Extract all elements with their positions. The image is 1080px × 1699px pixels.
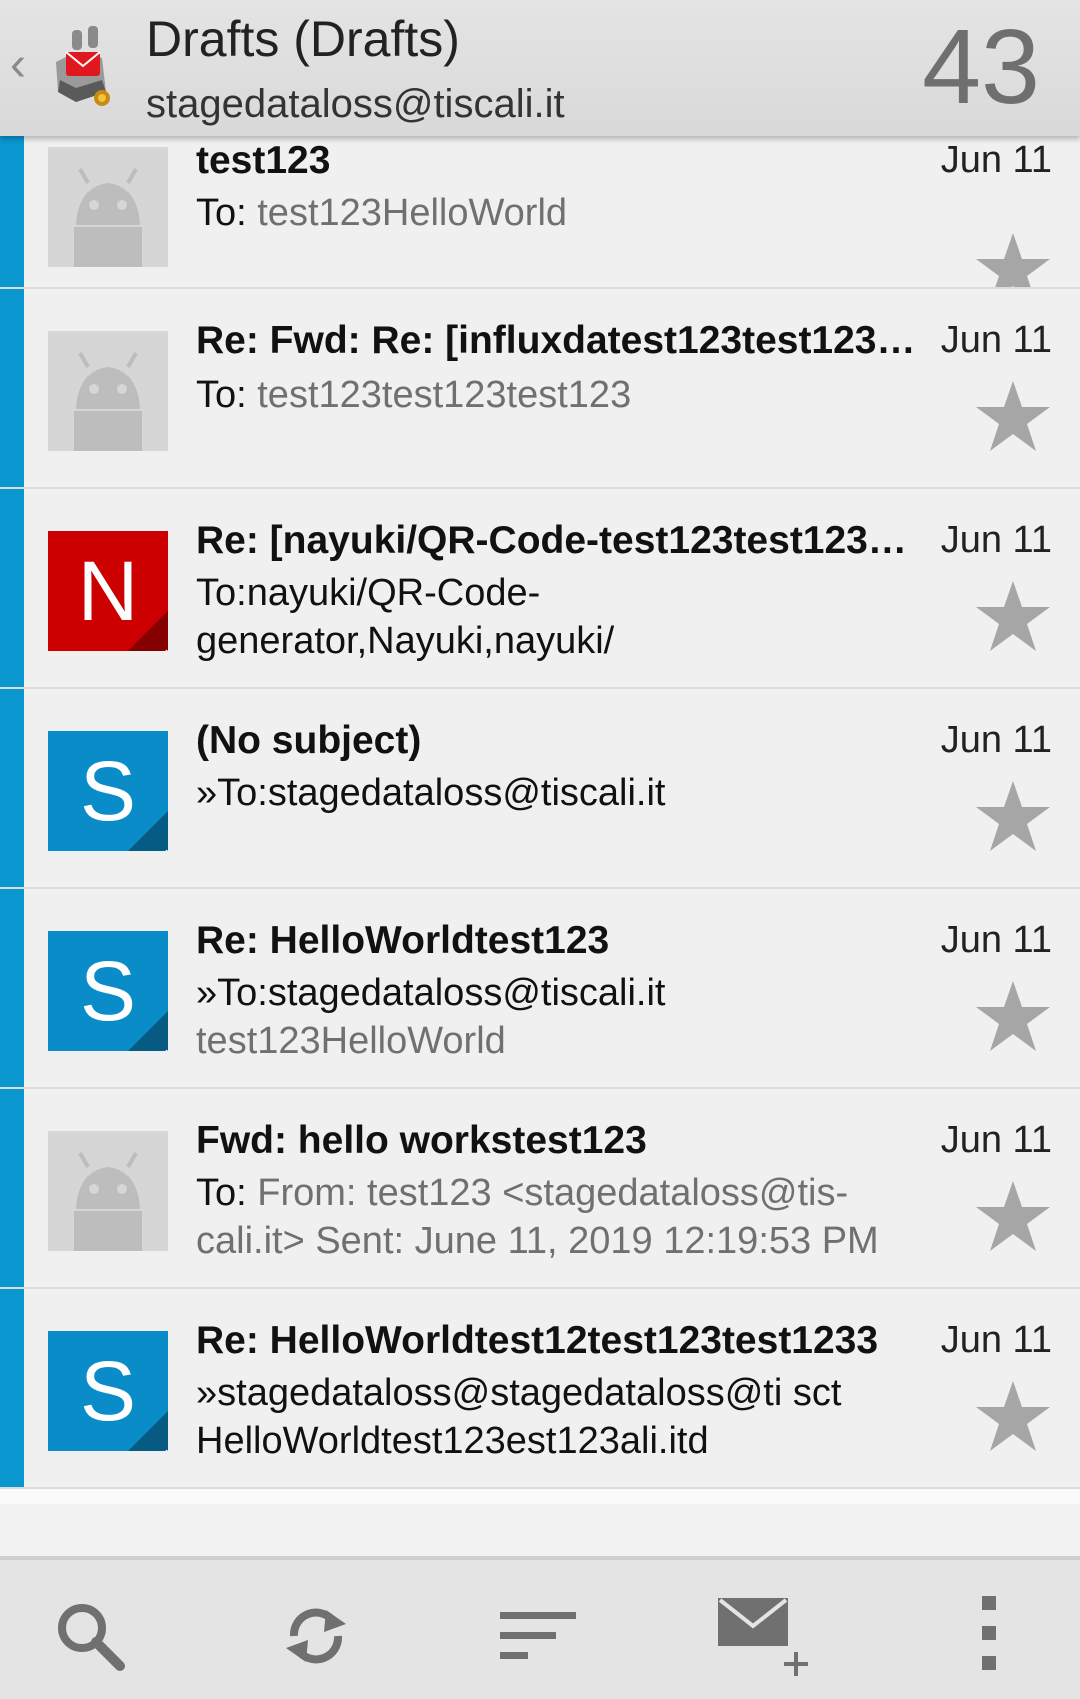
message-date: Jun 11 [940,139,1052,181]
message-subject: Re: Fwd: Re: [influxdatest123test123test… [196,319,918,362]
unread-indicator [0,1089,24,1287]
message-subject: Fwd: hello workstest123 [196,1119,647,1162]
avatar-fold [128,811,168,851]
message-date: Jun 11 [940,519,1052,561]
message-subject: Re: HelloWorldtest12test123test1233 [196,1319,879,1362]
star-icon[interactable] [974,779,1052,853]
message-date: Jun 11 [940,1119,1052,1161]
avatar-fold [128,611,168,651]
message-preview: »stagedataloss@stagedataloss@ti sctHello… [196,1372,842,1462]
message-date: Jun 11 [940,719,1052,761]
message-row[interactable]: Fwd: hello workstest123 Jun 11 To: From:… [0,1089,1080,1289]
app-bar: ‹ Drafts (Drafts) stagedataloss@tiscali.… [0,0,1080,136]
star-icon[interactable] [974,1379,1052,1453]
k9-mail-dog-icon[interactable] [46,22,124,112]
unread-indicator [0,689,24,887]
message-row[interactable]: S Re: HelloWorldtest123 Jun 11 »To:stage… [0,889,1080,1089]
message-subject: test123 [196,139,331,182]
unread-indicator [0,1289,24,1487]
message-subject: (No subject) [196,719,422,762]
message-preview: »To:stagedataloss@tiscali.it [196,772,666,814]
star-icon[interactable] [974,1179,1052,1253]
message-list: test123 Jun 11 To: test123HelloWorld Re:… [0,89,1080,1504]
default-contact-avatar-icon[interactable] [48,1131,168,1251]
message-preview: To: test123test123test123 [196,374,632,416]
message-date: Jun 11 [940,319,1052,361]
contact-avatar[interactable]: N [48,531,168,651]
unread-indicator [0,289,24,487]
message-date: Jun 11 [940,1319,1052,1361]
contact-avatar[interactable]: S [48,1331,168,1451]
star-icon[interactable] [974,979,1052,1053]
default-contact-avatar-icon[interactable] [48,147,168,267]
message-preview: To:nayuki/QR-Code-generator,Nayuki,nayuk… [196,572,615,662]
message-count: 43 [922,8,1040,126]
message-subject: Re: [nayuki/QR-Code-test123test123test12… [196,519,918,562]
message-preview: To: From: test123 <stagedataloss@tis- ca… [196,1172,879,1262]
unread-indicator [0,489,24,687]
contact-avatar[interactable]: S [48,731,168,851]
message-preview: To: test123HelloWorld [196,192,568,234]
refresh-icon[interactable] [276,1596,356,1676]
message-preview: »To:stagedataloss@tiscali.it test123Hello… [196,972,666,1062]
star-icon[interactable] [974,379,1052,453]
message-row[interactable]: Re: Fwd: Re: [influxdatest123test123test… [0,289,1080,489]
avatar-fold [128,1411,168,1451]
unread-indicator [0,889,24,1087]
bottom-toolbar [0,1556,1080,1699]
message-row[interactable]: S (No subject) Jun 11 »To:stagedataloss@… [0,689,1080,889]
avatar-fold [128,1011,168,1051]
message-subject: Re: HelloWorldtest123 [196,919,610,962]
folder-title: Drafts (Drafts) [146,11,460,67]
default-contact-avatar-icon[interactable] [48,331,168,451]
message-row[interactable]: N Re: [nayuki/QR-Code-test123test123test… [0,489,1080,689]
search-icon[interactable] [50,1596,130,1676]
contact-avatar[interactable]: S [48,931,168,1051]
star-icon[interactable] [974,579,1052,653]
star-icon[interactable] [974,231,1052,289]
compose-icon[interactable] [716,1596,816,1676]
message-row[interactable]: S Re: HelloWorldtest12test123test1233 Ju… [0,1289,1080,1489]
back-arrow-icon[interactable]: ‹ [10,40,34,90]
account-email: stagedataloss@tiscali.it [146,82,565,126]
overflow-menu-icon[interactable] [950,1596,1030,1676]
sort-icon[interactable] [498,1596,578,1676]
message-date: Jun 11 [940,919,1052,961]
